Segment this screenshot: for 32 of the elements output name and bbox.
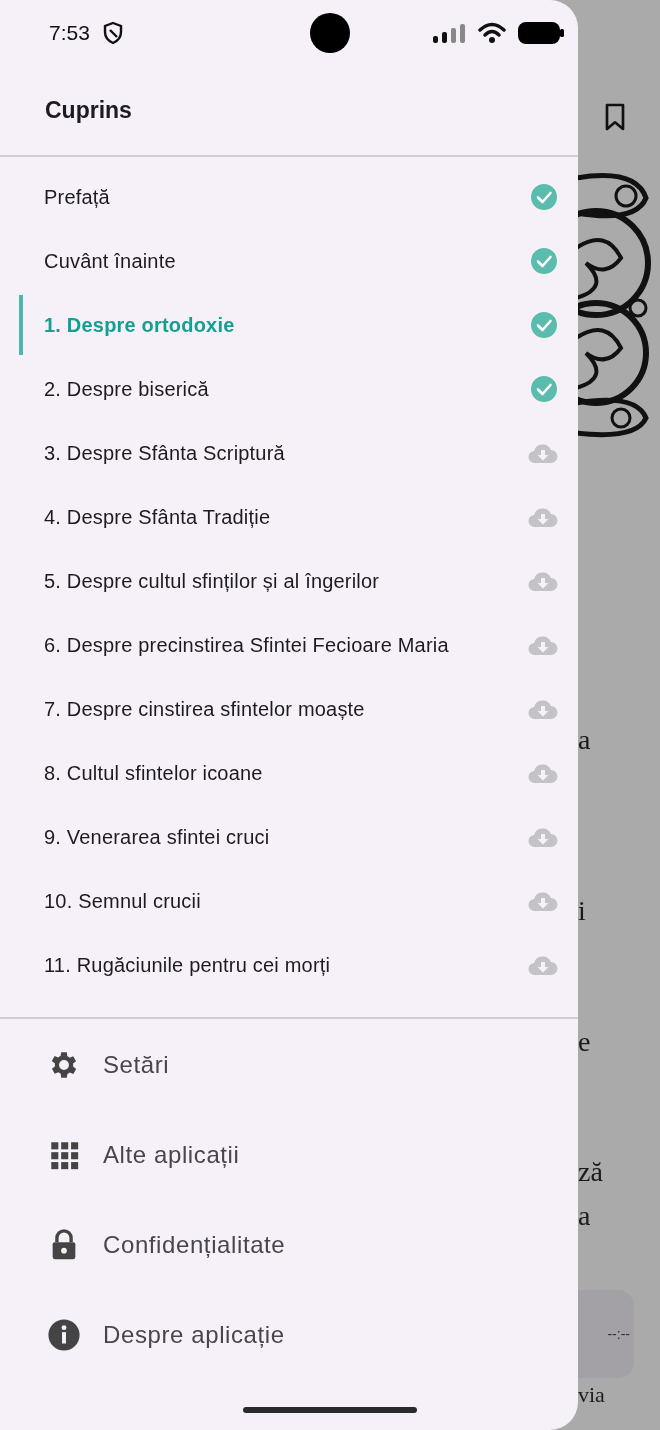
info-icon: [47, 1318, 81, 1352]
chapter-item[interactable]: 6. Despre precinstirea Sfintei Fecioare Maria: [0, 613, 578, 677]
shield-icon: [101, 21, 124, 45]
page-text: via: [578, 1384, 605, 1406]
chapter-item[interactable]: 9. Venerarea sfintei cruci: [0, 805, 578, 869]
chapter-item[interactable]: 2. Despre biserică: [0, 357, 578, 421]
drawer-title: Cuprins: [45, 97, 132, 124]
wifi-icon: [478, 22, 506, 44]
chapter-item[interactable]: Prefață: [0, 165, 578, 229]
chapter-item[interactable]: 10. Semnul crucii: [0, 869, 578, 933]
menu-item[interactable]: Alte aplicații: [0, 1110, 578, 1200]
page-text: a: [578, 726, 591, 754]
chapter-item[interactable]: 3. Despre Sfânta Scriptură: [0, 421, 578, 485]
chapter-item[interactable]: 11. Rugăciunile pentru cei morți: [0, 933, 578, 997]
status-time: 7:53: [49, 21, 90, 45]
page-text: a: [578, 1202, 591, 1230]
menu-item[interactable]: Setări: [0, 1020, 578, 1110]
chapter-item[interactable]: 5. Despre cultul sfinților și al îngerilor: [0, 549, 578, 613]
camera-cutout: [310, 13, 350, 53]
page-text: i: [578, 897, 586, 925]
battery-icon: [518, 22, 564, 44]
chapter-item[interactable]: 8. Cultul sfintelor icoane: [0, 741, 578, 805]
time-text: --:--: [607, 1326, 630, 1342]
page-text: e: [578, 1028, 591, 1056]
page-text: ză: [578, 1158, 603, 1186]
chapter-item[interactable]: 4. Despre Sfânta Tradiție: [0, 485, 578, 549]
selection-indicator: [19, 295, 23, 355]
menu-item[interactable]: Confidențialitate: [0, 1200, 578, 1290]
chapter-item[interactable]: Cuvânt înainte: [0, 229, 578, 293]
chapter-item[interactable]: 7. Despre cinstirea sfintelor moaște: [0, 677, 578, 741]
menu-item[interactable]: Despre aplicație: [0, 1290, 578, 1380]
signal-icon: [432, 23, 466, 43]
